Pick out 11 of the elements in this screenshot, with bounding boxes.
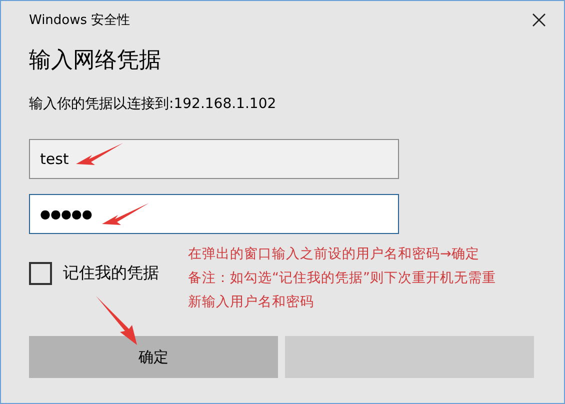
annotation-text: 在弹出的窗口输入之前设的用户名和密码→确定 备注：如勾选“记住我的凭据”则下次重开机无需重 新输入用户名和密码 bbox=[188, 245, 496, 312]
checkbox-label: 记住我的凭据 bbox=[63, 262, 159, 284]
password-field[interactable]: ●●●●● bbox=[29, 194, 399, 234]
ok-button[interactable]: 确定 bbox=[29, 336, 278, 378]
dialog-heading: 输入网络凭据 bbox=[29, 47, 162, 75]
window-title: Windows 安全性 bbox=[29, 12, 130, 29]
prompt-text: 输入你的凭据以连接到:192.168.1.102 bbox=[29, 95, 278, 114]
checkbox[interactable] bbox=[29, 262, 52, 284]
close-icon[interactable] bbox=[532, 13, 546, 27]
annotation-arrow bbox=[95, 295, 139, 347]
username-field[interactable]: test bbox=[29, 139, 399, 179]
